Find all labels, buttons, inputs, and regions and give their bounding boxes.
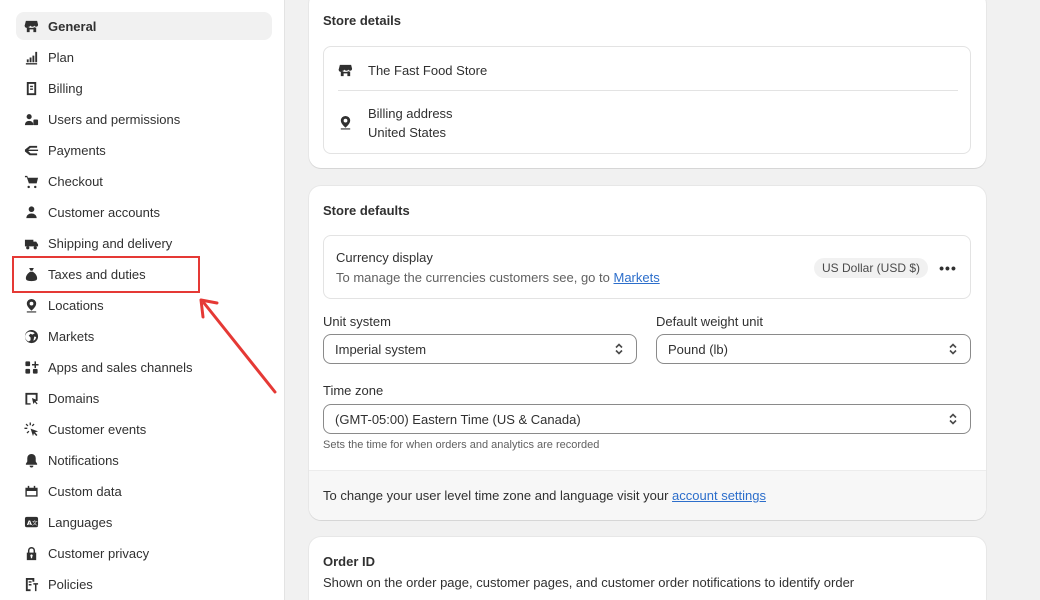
svg-text:文: 文 xyxy=(31,518,37,526)
store-icon xyxy=(338,63,354,79)
store-details-title: Store details xyxy=(323,13,402,28)
more-actions-button[interactable]: ••• xyxy=(938,258,958,278)
store-defaults-card: Store defaults Currency display To manag… xyxy=(309,186,986,520)
plan-chart-icon xyxy=(23,49,39,65)
sidebar-item-billing[interactable]: Billing xyxy=(16,74,272,102)
billing-address-label: Billing address xyxy=(368,106,453,121)
markets-link[interactable]: Markets xyxy=(613,270,659,285)
currency-display-label: Currency display xyxy=(336,250,433,265)
sidebar-item-label: Policies xyxy=(48,576,93,592)
account-settings-text: To change your user level time zone and … xyxy=(323,488,766,503)
lock-icon xyxy=(23,545,39,561)
weight-unit-select[interactable]: Pound (lb) xyxy=(656,334,971,364)
annotation-arrow-icon xyxy=(199,298,277,394)
sidebar-item-customer-accounts[interactable]: Customer accounts xyxy=(16,198,272,226)
currency-display-box: Currency display To manage the currencie… xyxy=(323,235,971,299)
sidebar-item-label: Billing xyxy=(48,80,83,96)
store-defaults-title: Store defaults xyxy=(323,203,410,218)
select-chevron-icon xyxy=(612,342,626,356)
store-icon xyxy=(23,18,39,34)
store-details-box[interactable]: The Fast Food Store Billing address Unit… xyxy=(323,46,971,154)
order-id-description: Shown on the order page, customer pages,… xyxy=(323,575,855,590)
footer-prefix: To change your user level time zone and … xyxy=(323,488,673,503)
divider xyxy=(338,90,958,91)
sidebar-item-label: Users and permissions xyxy=(48,111,181,127)
policies-icon xyxy=(23,576,39,592)
sidebar-item-label: Plan xyxy=(48,49,75,65)
truck-icon xyxy=(23,235,39,251)
sidebar-item-plan[interactable]: Plan xyxy=(16,43,272,71)
currency-help-prefix: To manage the currencies customers see, … xyxy=(336,270,614,285)
weight-unit-value: Pound (lb) xyxy=(668,341,728,357)
sidebar-item-notifications[interactable]: Notifications xyxy=(16,446,272,474)
unit-system-select[interactable]: Imperial system xyxy=(323,334,637,364)
order-id-title: Order ID xyxy=(323,554,376,569)
sidebar-item-users[interactable]: Users and permissions xyxy=(16,105,272,133)
sidebar-item-customer-privacy[interactable]: Customer privacy xyxy=(16,539,272,567)
sidebar-item-label: Customer accounts xyxy=(48,204,160,220)
card-footer: To change your user level time zone and … xyxy=(309,470,986,520)
account-settings-link[interactable]: account settings xyxy=(672,488,766,503)
sidebar-item-payments[interactable]: Payments xyxy=(16,136,272,164)
sidebar-item-label: Notifications xyxy=(48,452,119,468)
globe-icon xyxy=(23,328,39,344)
select-chevron-icon xyxy=(946,412,960,426)
cursor-click-icon xyxy=(23,421,39,437)
sidebar-item-languages[interactable]: A文 Languages xyxy=(16,508,272,536)
cart-icon xyxy=(23,173,39,189)
sidebar-item-label: Customer privacy xyxy=(48,545,150,561)
location-pin-icon xyxy=(23,297,39,313)
select-chevron-icon xyxy=(946,342,960,356)
sidebar-item-policies[interactable]: Policies xyxy=(16,570,272,598)
sidebar-item-label: Locations xyxy=(48,297,104,313)
unit-system-value: Imperial system xyxy=(335,341,427,357)
apps-icon xyxy=(23,359,39,375)
unit-system-label: Unit system xyxy=(323,314,391,329)
location-pin-icon xyxy=(338,115,354,131)
sidebar-item-label: Shipping and delivery xyxy=(48,235,173,251)
billing-country: United States xyxy=(368,125,447,140)
billing-icon xyxy=(23,80,39,96)
sidebar-item-label: Payments xyxy=(48,142,106,158)
sidebar-item-label: Custom data xyxy=(48,483,122,499)
time-zone-label: Time zone xyxy=(323,383,384,398)
sidebar-item-label: Markets xyxy=(48,328,95,344)
store-details-card: Store details The Fast Food Store Billin… xyxy=(309,0,986,168)
time-zone-value: (GMT-05:00) Eastern Time (US & Canada) xyxy=(335,411,581,427)
time-zone-select[interactable]: (GMT-05:00) Eastern Time (US & Canada) xyxy=(323,404,971,434)
sidebar-item-label: Checkout xyxy=(48,173,103,189)
sidebar-item-label: General xyxy=(48,18,97,34)
time-zone-help: Sets the time for when orders and analyt… xyxy=(323,439,600,451)
sidebar-item-custom-data[interactable]: Custom data xyxy=(16,477,272,505)
custom-data-icon xyxy=(23,483,39,499)
sidebar-item-label: Domains xyxy=(48,390,100,406)
order-id-card: Order ID Shown on the order page, custom… xyxy=(309,537,986,600)
annotation-highlight-box xyxy=(12,256,200,293)
weight-unit-label: Default weight unit xyxy=(656,314,763,329)
sidebar-item-label: Languages xyxy=(48,514,113,530)
currency-badge: US Dollar (USD $) xyxy=(813,258,928,278)
sidebar-item-shipping[interactable]: Shipping and delivery xyxy=(16,229,272,257)
users-icon xyxy=(23,111,39,127)
person-icon xyxy=(23,204,39,220)
domain-icon xyxy=(23,390,39,406)
language-icon: A文 xyxy=(23,514,39,530)
bell-icon xyxy=(23,452,39,468)
currency-help-text: To manage the currencies customers see, … xyxy=(336,270,660,285)
store-name: The Fast Food Store xyxy=(368,63,488,78)
sidebar-item-label: Apps and sales channels xyxy=(48,359,193,375)
sidebar-item-general[interactable]: General xyxy=(16,12,272,40)
sidebar-item-label: Customer events xyxy=(48,421,147,437)
payments-icon xyxy=(23,142,39,158)
sidebar-item-checkout[interactable]: Checkout xyxy=(16,167,272,195)
sidebar-item-customer-events[interactable]: Customer events xyxy=(16,415,272,443)
